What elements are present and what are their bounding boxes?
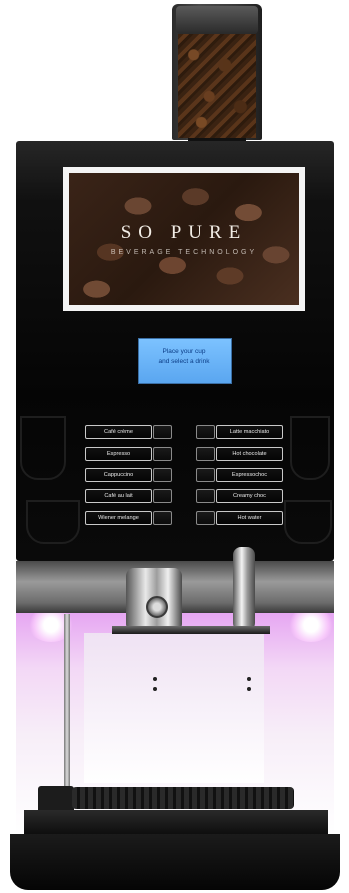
drip-tray-grate[interactable]: [72, 787, 294, 809]
drink-button-creamy-choc[interactable]: [196, 489, 215, 503]
drink-label-espressochoc: Espressochoc: [216, 468, 283, 482]
drink-label-cafe-creme: Café crème: [85, 425, 152, 439]
coffee-beans: [178, 34, 256, 138]
cup-support-rod: [64, 614, 70, 790]
screw: [247, 677, 251, 681]
hot-water-spout: [233, 547, 255, 631]
cup-outline-icon: [290, 416, 330, 480]
drink-label-espresso: Espresso: [85, 447, 152, 461]
drink-label-hot-water: Hot water: [216, 511, 283, 525]
screw: [247, 687, 251, 691]
drink-button-cafe-creme[interactable]: [153, 425, 172, 439]
drink-button-espressochoc[interactable]: [196, 468, 215, 482]
drink-button-cafe-au-lait[interactable]: [153, 489, 172, 503]
drink-label-creamy-choc: Creamy choc: [216, 489, 283, 503]
outlet-knob-icon: [146, 596, 168, 618]
drink-label-hot-chocolate: Hot chocolate: [216, 447, 283, 461]
hopper-lid[interactable]: [176, 6, 258, 34]
cavity-light-right: [288, 608, 334, 642]
cup-outline-icon: [20, 416, 66, 480]
drink-button-hot-water[interactable]: [196, 511, 215, 525]
machine-base: [10, 834, 340, 890]
brand-tagline: BEVERAGE TECHNOLOGY: [110, 249, 258, 256]
cavity-back-panel: [84, 633, 264, 783]
drink-button-latte-macchiato[interactable]: [196, 425, 215, 439]
outlet-shelf: [112, 626, 270, 634]
drink-button-espresso[interactable]: [153, 447, 172, 461]
drink-label-cafe-au-lait: Café au lait: [85, 489, 152, 503]
screw: [153, 687, 157, 691]
drink-button-cappuccino[interactable]: [153, 468, 172, 482]
cup-outline-icon: [284, 500, 332, 544]
drink-label-wiener-melange: Wiener melange: [85, 511, 152, 525]
drink-button-hot-chocolate[interactable]: [196, 447, 215, 461]
drink-button-wiener-melange[interactable]: [153, 511, 172, 525]
drip-tray[interactable]: [24, 810, 328, 836]
status-line-1: Place your cup: [162, 348, 206, 355]
drink-label-latte-macchiato: Latte macchiato: [216, 425, 283, 439]
drink-label-cappuccino: Cappuccino: [85, 468, 152, 482]
screw: [153, 677, 157, 681]
status-line-2: and select a drink: [158, 358, 210, 365]
cup-outline-icon: [26, 500, 80, 544]
brand-logo: SO PURE: [120, 222, 248, 243]
